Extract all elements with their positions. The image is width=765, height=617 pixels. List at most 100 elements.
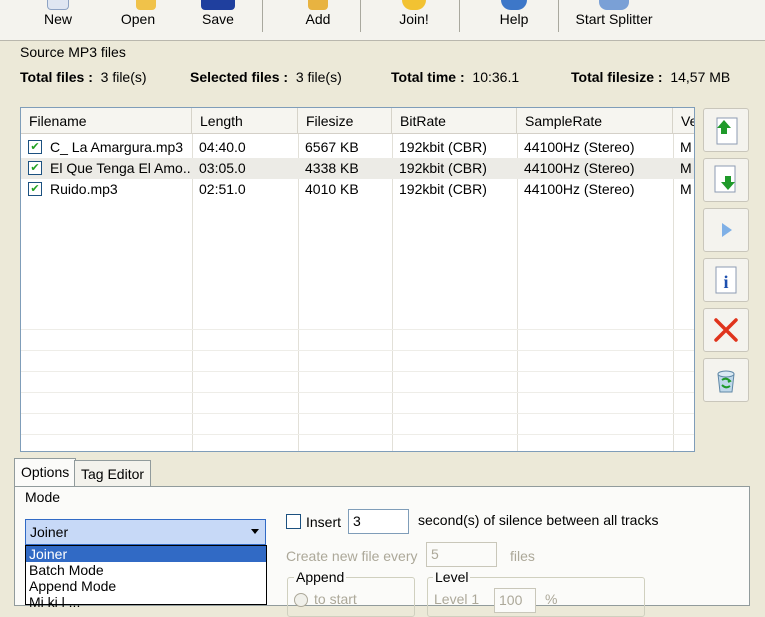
cell-bitrate: 192kbit (CBR) xyxy=(399,160,487,176)
column-header-length[interactable]: Length xyxy=(192,108,298,134)
toolbar-separator xyxy=(558,0,559,32)
mode-option-joiner[interactable]: Joiner xyxy=(26,546,266,562)
add-button[interactable]: Add xyxy=(290,0,346,40)
files-label: files xyxy=(510,548,535,564)
start-splitter-button[interactable]: Start Splitter xyxy=(572,0,656,40)
mode-option-append[interactable]: Append Mode xyxy=(26,578,266,594)
cell-version: M xyxy=(680,139,692,155)
toolbar: New Open Save Add Join! Help Start Split… xyxy=(0,0,765,40)
cell-filename: C_ La Amargura.mp3 xyxy=(50,139,184,155)
total-time-label: Total time : xyxy=(391,69,465,85)
total-filesize-stat: Total filesize : 14,57 MB xyxy=(571,69,730,85)
save-disk-icon xyxy=(201,0,235,10)
table-row[interactable]: ✔ El Que Tenga El Amo... 03:05.0 4338 KB… xyxy=(21,158,694,179)
join-icon xyxy=(402,0,426,10)
silence-label: second(s) of silence between all tracks xyxy=(418,512,659,528)
mode-select[interactable]: Joiner xyxy=(25,519,266,545)
insert-label: Insert xyxy=(306,514,342,530)
column-header-filename[interactable]: Filename xyxy=(21,108,192,134)
total-files-label: Total files : xyxy=(20,69,93,85)
add-file-icon xyxy=(308,0,328,10)
cell-samplerate: 44100Hz (Stereo) xyxy=(524,181,635,197)
cell-version: M xyxy=(680,160,692,176)
append-start-radio[interactable] xyxy=(294,593,308,607)
silence-seconds-input[interactable]: 3 xyxy=(348,509,409,534)
info-icon: i xyxy=(715,266,737,294)
move-up-button[interactable] xyxy=(703,108,749,152)
column-header-samplerate[interactable]: SampleRate xyxy=(517,108,673,134)
row-checkbox[interactable]: ✔ xyxy=(28,182,42,196)
mode-label: Mode xyxy=(25,489,61,505)
selected-files-label: Selected files : xyxy=(190,69,289,85)
toolbar-divider xyxy=(0,40,765,41)
grid-row-line xyxy=(21,371,694,372)
total-files-value: 3 file(s) xyxy=(100,69,147,85)
level-unit: % xyxy=(545,591,558,607)
table-row[interactable]: ✔ C_ La Amargura.mp3 04:40.0 6567 KB 192… xyxy=(21,137,694,158)
tab-options[interactable]: Options xyxy=(14,458,77,488)
row-checkbox[interactable]: ✔ xyxy=(28,140,42,154)
join-button[interactable]: Join! xyxy=(386,0,442,40)
splitter-icon xyxy=(599,0,629,10)
recycle-button[interactable] xyxy=(703,358,749,402)
move-down-icon xyxy=(714,165,736,193)
source-group-title: Source MP3 files xyxy=(20,44,126,60)
column-header-version[interactable]: Ve xyxy=(673,108,694,134)
info-button[interactable]: i xyxy=(703,258,749,302)
cell-filename: El Que Tenga El Amo... xyxy=(50,160,190,176)
append-start-label: to start xyxy=(314,591,357,607)
delete-button[interactable] xyxy=(703,308,749,352)
cell-filename: Ruido.mp3 xyxy=(50,181,118,197)
cell-filesize: 4010 KB xyxy=(305,181,359,197)
open-button[interactable]: Open xyxy=(110,0,166,40)
total-files-stat: Total files : 3 file(s) xyxy=(20,69,147,85)
grid-header: Filename Length Filesize BitRate SampleR… xyxy=(21,108,694,134)
selected-files-value: 3 file(s) xyxy=(295,69,342,85)
cell-filesize: 4338 KB xyxy=(305,160,359,176)
total-filesize-label: Total filesize : xyxy=(571,69,663,85)
grid-row-line xyxy=(21,434,694,435)
play-icon xyxy=(722,223,732,237)
move-down-button[interactable] xyxy=(703,158,749,202)
delete-icon xyxy=(714,318,738,342)
column-header-filesize[interactable]: Filesize xyxy=(298,108,392,134)
selected-files-stat: Selected files : 3 file(s) xyxy=(190,69,342,85)
toolbar-separator xyxy=(459,0,460,32)
grid-row-line xyxy=(21,392,694,393)
cell-length: 04:40.0 xyxy=(199,139,246,155)
cell-length: 02:51.0 xyxy=(199,181,246,197)
new-button[interactable]: New xyxy=(30,0,86,40)
grid-row-line xyxy=(21,413,694,414)
column-header-bitrate[interactable]: BitRate xyxy=(392,108,517,134)
svg-text:i: i xyxy=(723,272,728,292)
tab-tag-editor[interactable]: Tag Editor xyxy=(74,460,152,488)
file-grid[interactable]: Filename Length Filesize BitRate SampleR… xyxy=(20,107,695,452)
level-input[interactable]: 100 xyxy=(494,588,536,613)
recycle-icon xyxy=(717,370,735,393)
level-sub-label: Level 1 xyxy=(434,591,480,607)
play-button[interactable] xyxy=(703,208,749,252)
mode-option-mix[interactable]: Mi ki l ... xyxy=(26,594,266,610)
open-folder-icon xyxy=(136,0,156,10)
insert-checkbox[interactable] xyxy=(286,514,301,529)
move-up-icon xyxy=(716,117,738,145)
cell-samplerate: 44100Hz (Stereo) xyxy=(524,160,635,176)
total-time-stat: Total time : 10:36.1 xyxy=(391,69,519,85)
save-button[interactable]: Save xyxy=(190,0,246,40)
table-row[interactable]: ✔ Ruido.mp3 02:51.0 4010 KB 192kbit (CBR… xyxy=(21,179,694,200)
total-filesize-value: 14,57 MB xyxy=(670,69,731,85)
chevron-down-icon xyxy=(251,529,259,534)
mode-option-batch[interactable]: Batch Mode xyxy=(26,562,266,578)
new-file-icon xyxy=(47,0,69,10)
mode-select-value: Joiner xyxy=(30,524,69,540)
level-label: Level xyxy=(433,569,471,585)
row-checkbox[interactable]: ✔ xyxy=(28,161,42,175)
help-button[interactable]: Help xyxy=(486,0,542,40)
files-per-output-input[interactable]: 5 xyxy=(426,542,497,567)
cell-bitrate: 192kbit (CBR) xyxy=(399,181,487,197)
toolbar-separator xyxy=(360,0,361,32)
append-label: Append xyxy=(294,569,347,585)
total-time-value: 10:36.1 xyxy=(472,69,520,85)
mode-dropdown-list: Joiner Batch Mode Append Mode Mi ki l ..… xyxy=(25,545,267,610)
help-icon xyxy=(501,0,527,10)
